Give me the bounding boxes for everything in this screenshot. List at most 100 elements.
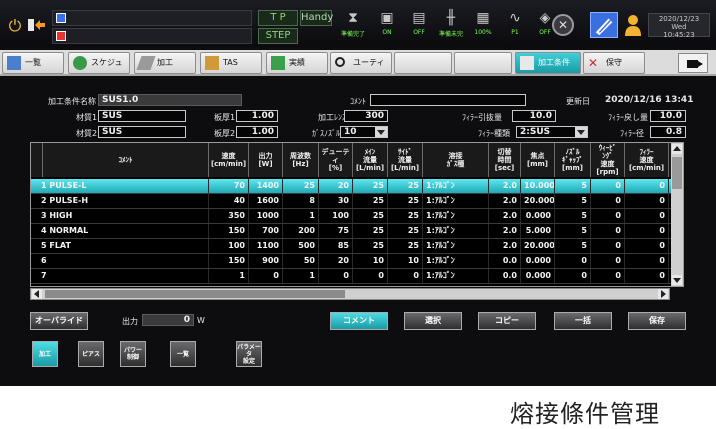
table-cell: 25 [388,194,423,208]
table-cell: 0 [353,269,388,283]
table-cell: 900 [249,254,283,268]
table-cell: 200 [283,224,319,238]
table-cell: 10 [388,254,423,268]
table-row[interactable]: 6150900502010101:ｱﾙｺﾞﾝ0.00.0000000 [31,254,683,269]
table-cell: 20 [319,179,353,193]
column-header: ﾌｨﾗｰ 速度 [cm/min] [625,143,669,177]
list-mode-button[interactable]: 一覧 [170,341,196,367]
thickness1-label: 板厚1 [214,113,236,122]
edit-tool-icon[interactable] [590,12,618,38]
tab-bar: 一覧 スケジュール 加工 TAS 実績 ユーティリティ 加工条件 ✕ 保守 [0,50,716,87]
comment-field[interactable] [370,94,526,106]
power-icon[interactable]: ⏻ [6,17,24,35]
tab-conditions[interactable]: 加工条件 [515,52,581,74]
tab-results[interactable]: 実績 [266,52,328,74]
close-icon[interactable]: ✕ [552,14,574,36]
table-cell: 0 [625,239,669,253]
status-percent: ▦ 100% [468,7,498,41]
tp-mode-button[interactable]: T P [258,10,298,26]
column-header: 溶接 ｶﾞｽ種 [423,143,489,177]
step-mode-button[interactable]: STEP [258,28,298,44]
thickness1-field[interactable]: 1.00 [236,110,278,122]
table-cell: 25 [388,224,423,238]
scroll-left-icon[interactable] [32,289,42,299]
tab-utility[interactable]: ユーティリティ [330,52,392,87]
table-row[interactable]: 4 NORMAL 150 700 200 75 25 25 1:ｱﾙｺﾞﾝ 2.0 5.000 5 0… [31,224,683,239]
output-field[interactable]: 0 [142,314,194,326]
table-cell: 0 [555,254,591,268]
nozzle-label: ｶﾞｽﾉｽﾞﾙ [312,129,340,138]
user-icon[interactable] [624,14,642,36]
table-cell: 150 [209,254,249,268]
wire-dia-field[interactable]: 0.8 [650,126,686,138]
grid-icon: ▦ [476,10,490,26]
pierce-mode-button[interactable]: ピアス [78,341,104,367]
table-cell: 2.0 [489,194,521,208]
status-not-ready: ╫ 準備未完 [436,7,466,41]
table-cell: 0 [625,254,669,268]
column-header: ｳｨｰﾋﾞ ﾝｸﾞ 速度 [rpm] [591,143,625,177]
scroll-up-icon[interactable] [672,144,682,154]
nozzle-dropdown[interactable]: 10 [340,126,388,138]
table-cell: 100 [209,239,249,253]
table-row[interactable]: 5 FLAT 100 1100 500 85 25 25 1:ｱﾙｺﾞﾝ 2.0 20.000 5 0… [31,239,683,254]
table-row[interactable]: 71010001:ｱﾙｺﾞﾝ0.00.0000000 [31,269,683,284]
table-cell: 20 [319,254,353,268]
select-button[interactable]: 選択 [404,312,462,330]
wave-icon: ∿ [509,10,521,26]
vertical-scrollbar[interactable] [671,143,683,286]
lens-field[interactable]: 300 [344,110,388,122]
table-cell: 5.000 [521,224,555,238]
table-row[interactable]: 1 PULSE-L 70 1400 25 20 25 25 1:ｱﾙｺﾞﾝ 2.0 10.000 5… [31,179,683,194]
tab-processing[interactable]: 加工 [134,52,196,74]
column-header: 速度 [cm/min] [209,143,249,177]
conditions-table: ｺﾒﾝﾄ 速度 [cm/min] 出力 [W] 周波数 [Hz] デューティ [%] ﾒｲ… [30,142,684,287]
horizontal-scrollbar[interactable] [30,288,670,300]
status-off-1: ▤ OFF [404,7,434,41]
table-cell: 1600 [249,194,283,208]
table-row[interactable]: 2 PULSE-H 40 1600 8 30 25 25 1:ｱﾙｺﾞﾝ 2.0 20.000 5 0… [31,194,683,209]
batch-button[interactable]: 一括 [554,312,612,330]
scroll-right-icon[interactable] [658,289,668,299]
table-row[interactable]: 3 HIGH3501000110025251:ｱﾙｺﾞﾝ2.00.0005000 [31,209,683,224]
gate-icon: ╫ [446,10,456,26]
copy-button[interactable]: コピー [478,312,536,330]
table-cell: 1:ｱﾙｺﾞﾝ [423,239,489,253]
camera-icon[interactable] [678,53,708,73]
hscroll-thumb[interactable] [45,290,345,298]
table-cell: 25 [283,179,319,193]
comment-label: ｺﾒﾝﾄ [350,97,366,106]
scroll-down-icon[interactable] [672,275,682,285]
scroll-thumb[interactable] [672,157,682,189]
material2-field[interactable]: SUS [98,126,186,138]
tab-list[interactable]: 一覧 [2,52,64,74]
table-cell: 1 [209,269,249,283]
table-cell: 25 [353,224,388,238]
tab-schedule[interactable]: スケジュール [68,52,130,87]
wire-type-dropdown[interactable]: 2:SUS [516,126,588,138]
power-control-button[interactable]: パワー 制御 [120,341,146,367]
tab-maintenance[interactable]: ✕ 保守 [583,52,645,74]
tab-empty-1[interactable] [394,52,452,74]
thickness2-field[interactable]: 1.00 [236,126,278,138]
table-cell: 1100 [249,239,283,253]
wire-back-field[interactable]: 10.0 [650,110,686,122]
wire-feed-field[interactable]: 10.0 [512,110,556,122]
handy-mode-button[interactable]: Handy [300,10,333,26]
comment-button[interactable]: コメント [330,312,388,330]
save-button[interactable]: 保存 [628,312,686,330]
override-button[interactable]: オーバライド [30,312,88,330]
row-comment-cell: 3 HIGH [33,209,209,223]
table-cell: 1:ｱﾙｺﾞﾝ [423,209,489,223]
search-icon [335,57,345,67]
table-cell: 350 [209,209,249,223]
table-cell: 0 [591,269,625,283]
material1-field[interactable]: SUS [98,110,186,122]
table-cell: 0 [591,224,625,238]
date-value: 2020/12/16 13:41 [605,95,694,105]
parameter-settings-button[interactable]: パラメータ 設定 [236,341,262,367]
name-field[interactable]: SUS1.0 [98,94,242,106]
tab-empty-2[interactable] [454,52,512,74]
processing-mode-button[interactable]: 加工 [32,341,58,367]
tab-tas[interactable]: TAS [200,52,262,74]
